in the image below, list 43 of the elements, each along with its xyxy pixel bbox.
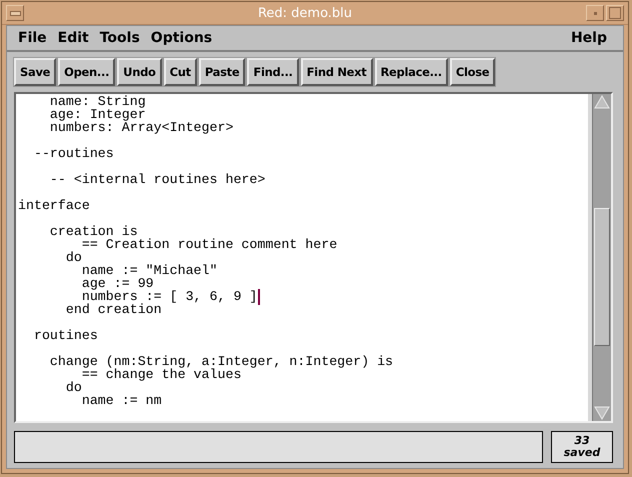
- code-editor[interactable]: [16, 94, 592, 421]
- code-line: routines: [32, 329, 98, 342]
- menu-item[interactable]: Options: [146, 30, 218, 46]
- vertical-scrollbar[interactable]: [592, 94, 611, 421]
- toolbar-button[interactable]: Find Next: [300, 58, 372, 86]
- code-line: == change the values: [82, 368, 242, 381]
- code-line: name: String: [48, 95, 146, 108]
- toolbar-button[interactable]: Find...: [247, 58, 299, 86]
- toolbar-button[interactable]: Replace...: [374, 58, 448, 86]
- toolbar-button[interactable]: Save: [14, 58, 56, 86]
- scrollbar-thumb[interactable]: [594, 208, 610, 346]
- toolbar-button[interactable]: Undo: [117, 58, 162, 86]
- scroll-down-icon[interactable]: [594, 406, 610, 420]
- toolbar-button[interactable]: Cut: [164, 58, 197, 86]
- scroll-up-icon[interactable]: [594, 95, 610, 109]
- menu-item[interactable]: Tools: [94, 30, 146, 46]
- maximize-icon[interactable]: [606, 5, 624, 21]
- minimize-icon[interactable]: [586, 5, 604, 21]
- code-line: -- <internal routines here>: [48, 173, 266, 186]
- code-line: interface: [18, 199, 90, 212]
- code-line: do: [64, 251, 82, 264]
- toolbar-button[interactable]: Open...: [58, 58, 116, 86]
- code-line: age: Integer: [48, 108, 146, 121]
- code-line: == Creation routine comment here: [81, 238, 338, 251]
- code-line: --routines: [32, 147, 114, 160]
- menu-item[interactable]: File: [13, 30, 53, 46]
- code-line: name := nm: [80, 394, 162, 407]
- code-line: numbers := [ 3, 6, 9 ]: [82, 290, 258, 303]
- toolbar-button[interactable]: Close: [450, 58, 496, 86]
- menu-item[interactable]: Help: [566, 30, 613, 46]
- code-line: do: [64, 381, 82, 394]
- window-title: Red: demo.blu: [256, 6, 354, 20]
- code-line: name := "Michael": [80, 264, 218, 277]
- toolbar-button[interactable]: Paste: [198, 58, 246, 86]
- code-line: end creation: [64, 303, 162, 316]
- code-line: numbers: Array<Integer>: [48, 121, 234, 134]
- save-state: saved: [564, 447, 600, 459]
- menu-item[interactable]: Edit: [52, 30, 95, 46]
- line-count: 33: [574, 435, 590, 447]
- code-line: creation is: [48, 225, 138, 238]
- window-menu-icon[interactable]: [6, 5, 24, 21]
- code-line: change (nm:String, a:Integer, n:Integer) is: [48, 355, 394, 368]
- code-line: age := 99: [80, 277, 154, 290]
